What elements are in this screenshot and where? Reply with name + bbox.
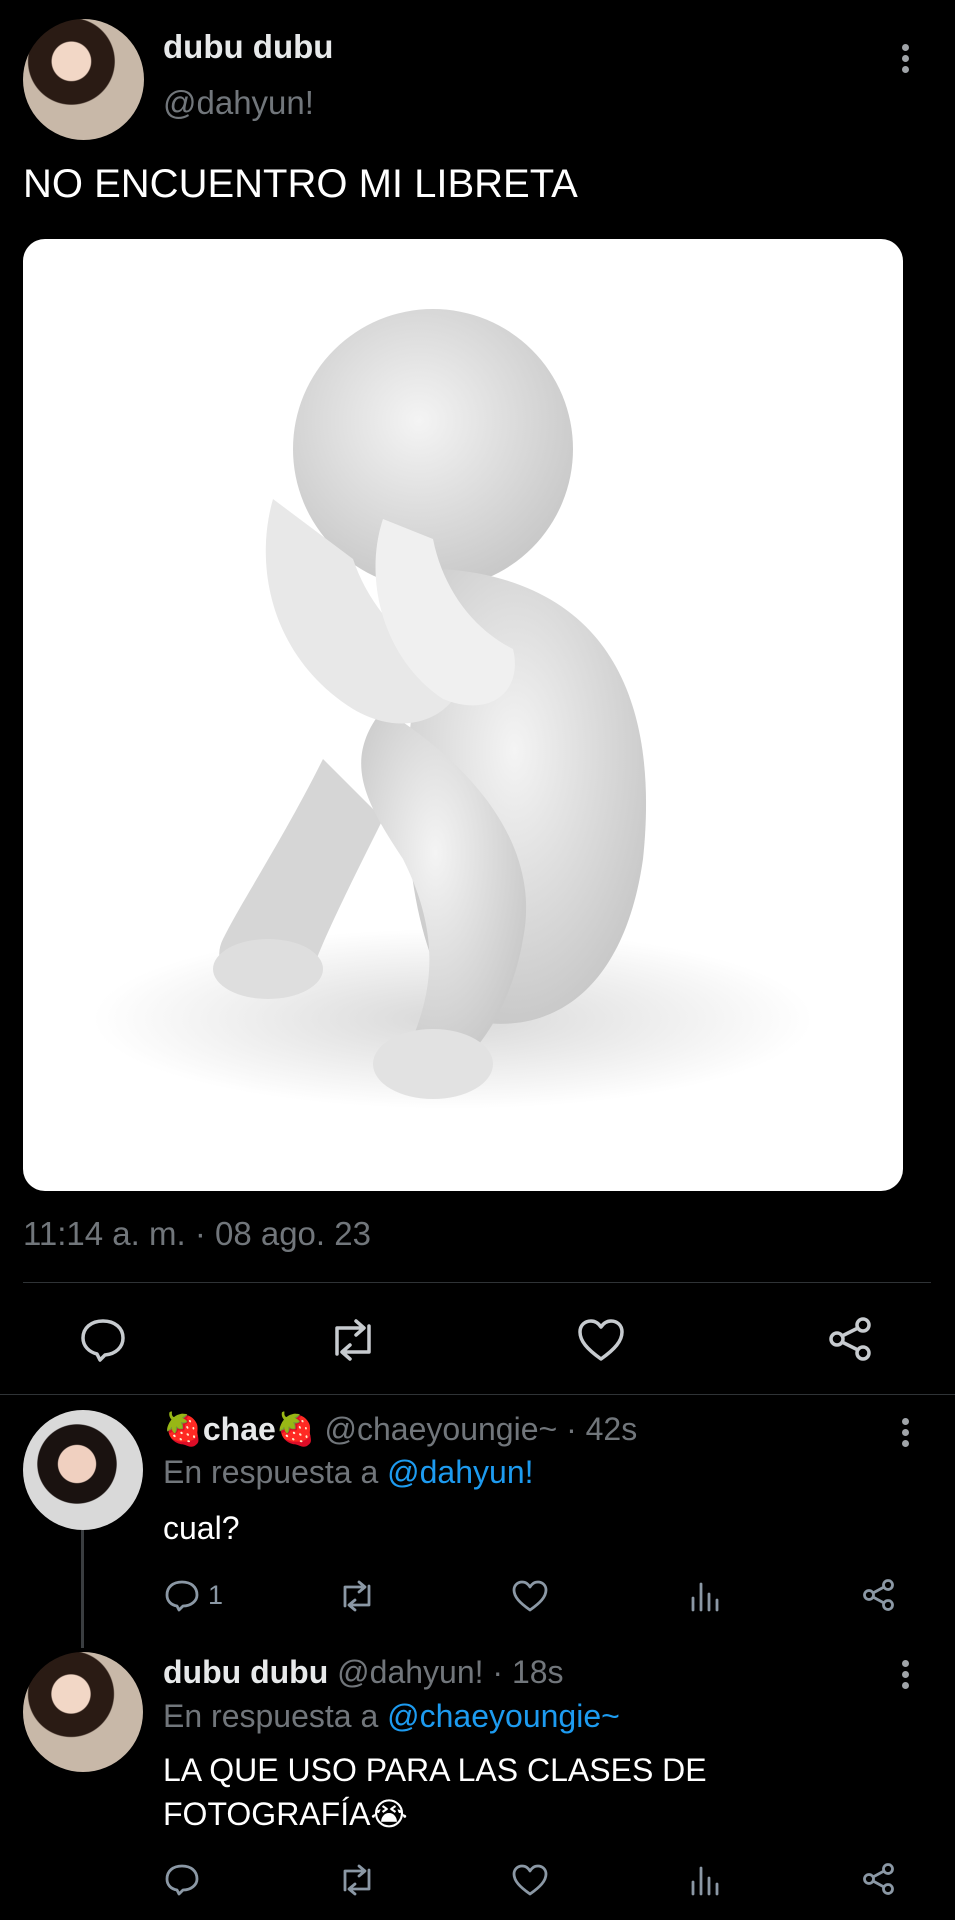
tweet-timestamp: 11:14 a. m. · 08 ago. 23 — [23, 1215, 371, 1252]
divider — [23, 1282, 931, 1283]
avatar-chae[interactable] — [23, 1410, 143, 1530]
retweet-icon[interactable] — [337, 1580, 377, 1612]
more-options-icon[interactable] — [902, 1660, 910, 1693]
heart-icon[interactable] — [512, 1864, 548, 1896]
bar-chart-icon[interactable] — [690, 1864, 720, 1896]
reply-text-line-2: FOTOGRAFÍA😭 — [163, 1796, 408, 1832]
reply-time: · 42s — [566, 1411, 638, 1447]
heart-icon[interactable] — [512, 1580, 548, 1612]
thread-connector — [81, 1530, 84, 1648]
tweet-image[interactable] — [23, 239, 903, 1191]
reply-author-name[interactable]: 🍓chae🍓 — [163, 1411, 316, 1447]
reply-header: dubu dubu @dahyun! · 18s — [163, 1654, 564, 1691]
reply-prefix: En respuesta a — [163, 1698, 379, 1734]
avatar-dahyun[interactable] — [23, 1652, 143, 1772]
bar-chart-icon[interactable] — [690, 1580, 720, 1612]
reply-author-handle[interactable]: @dahyun! — [337, 1654, 483, 1690]
reply-header: 🍓chae🍓 @chaeyoungie~ · 42s — [163, 1410, 637, 1448]
retweet-icon[interactable] — [327, 1318, 379, 1362]
share-icon[interactable] — [862, 1862, 896, 1896]
avatar-dahyun[interactable] — [23, 19, 144, 140]
reply-to-link[interactable]: @chaeyoungie~ — [387, 1698, 620, 1734]
reply-time: · 18s — [492, 1654, 564, 1690]
reply-prefix: En respuesta a — [163, 1454, 379, 1490]
author-name[interactable]: dubu dubu — [163, 28, 333, 66]
reply-count: 1 — [208, 1580, 224, 1610]
more-options-icon[interactable] — [902, 1418, 910, 1451]
comment-icon[interactable] — [165, 1580, 199, 1612]
reply-text-line-1: LA QUE USO PARA LAS CLASES DE — [163, 1752, 707, 1788]
tweet-text: NO ENCUENTRO MI LIBRETA — [23, 162, 578, 206]
author-handle[interactable]: @dahyun! — [163, 84, 314, 122]
comment-icon[interactable] — [80, 1318, 126, 1362]
reply-text: cual? — [163, 1510, 240, 1546]
divider — [0, 1394, 955, 1395]
reply-to-link[interactable]: @dahyun! — [387, 1454, 533, 1490]
share-icon[interactable] — [827, 1316, 873, 1362]
reply-context: En respuesta a @chaeyoungie~ — [163, 1698, 620, 1735]
reply-author-handle[interactable]: @chaeyoungie~ — [325, 1411, 558, 1447]
share-icon[interactable] — [862, 1578, 896, 1612]
more-options-icon[interactable] — [902, 44, 910, 77]
comment-icon[interactable] — [165, 1864, 199, 1896]
reply-author-name[interactable]: dubu dubu — [163, 1654, 328, 1690]
reply-context: En respuesta a @dahyun! — [163, 1454, 534, 1491]
retweet-icon[interactable] — [337, 1864, 377, 1896]
sad-figure-image — [93, 309, 813, 1109]
heart-icon[interactable] — [577, 1318, 625, 1362]
